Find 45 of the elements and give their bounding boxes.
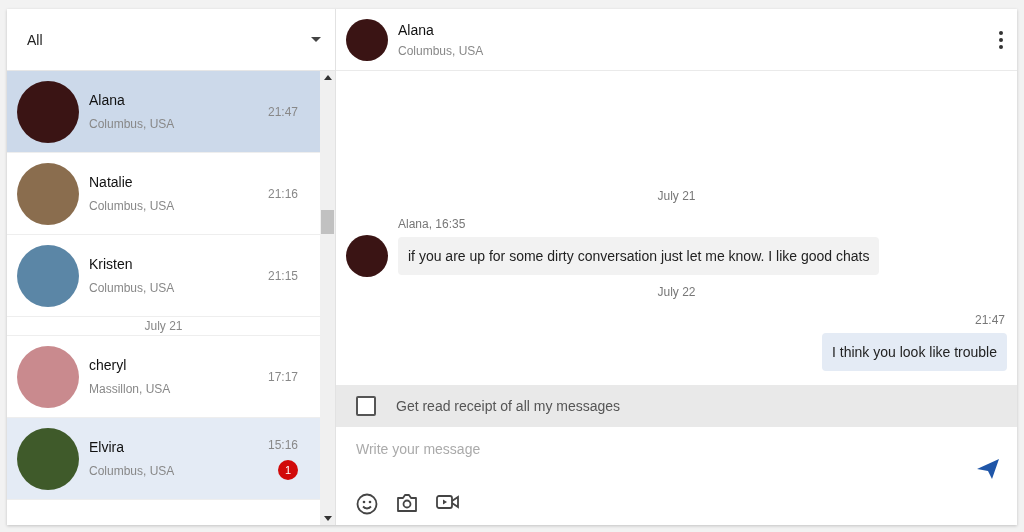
contact-location: Columbus, USA bbox=[89, 117, 176, 131]
message-time: 21:47 bbox=[267, 104, 298, 119]
message-time: 21:47 bbox=[974, 313, 1005, 327]
message-bubble: I think you look like trouble bbox=[822, 333, 1007, 371]
contact-name: Natalie bbox=[89, 174, 134, 190]
contact-location: Columbus, USA bbox=[398, 43, 485, 58]
more-options-icon[interactable] bbox=[999, 30, 1003, 49]
conversation-item[interactable]: cheryl Massillon, USA 17:17 bbox=[7, 336, 320, 418]
scrollbar-thumb[interactable] bbox=[321, 210, 334, 234]
conversation-item[interactable]: Kristen Columbus, USA 21:15 bbox=[7, 235, 320, 317]
message-time: 17:17 bbox=[267, 369, 298, 384]
date-separator: July 21 bbox=[144, 319, 183, 333]
contact-location: Columbus, USA bbox=[89, 464, 176, 478]
avatar-photo-placeholder bbox=[346, 18, 388, 61]
emoji-icon[interactable] bbox=[356, 493, 378, 515]
message-bubble: if you are up for some dirty conversation just let me know. I like good chats bbox=[398, 237, 880, 275]
message-meta: Alana, 16:35 bbox=[398, 217, 466, 231]
unread-count-badge: 1 bbox=[278, 459, 298, 480]
avatar-photo-placeholder bbox=[346, 235, 388, 277]
checkbox[interactable] bbox=[356, 396, 376, 416]
camera-icon[interactable] bbox=[396, 493, 418, 513]
dropdown-caret-icon bbox=[311, 37, 321, 42]
send-icon[interactable] bbox=[977, 459, 999, 479]
contact-location: Columbus, USA bbox=[89, 199, 176, 213]
message-input[interactable]: Write your message bbox=[356, 441, 856, 457]
contact-name: Kristen bbox=[89, 256, 134, 272]
contact-name: Alana bbox=[89, 92, 126, 108]
conversation-item[interactable]: Alana Columbus, USA 21:47 bbox=[7, 71, 320, 153]
conversation-item[interactable]: Natalie Columbus, USA 21:16 bbox=[7, 153, 320, 235]
date-separator: July 22 bbox=[657, 285, 696, 299]
contact-name: Elvira bbox=[89, 439, 125, 455]
conversation-item[interactable]: Elvira Columbus, USA 15:16 1 bbox=[7, 418, 320, 500]
date-separator: July 21 bbox=[657, 189, 696, 203]
scrollbar[interactable] bbox=[320, 71, 335, 525]
scroll-up-icon[interactable] bbox=[323, 75, 332, 80]
contact-name: Alana bbox=[398, 21, 435, 38]
contact-location: Columbus, USA bbox=[89, 281, 176, 295]
contact-name: cheryl bbox=[89, 357, 128, 373]
video-camera-icon[interactable] bbox=[436, 493, 460, 511]
message-time: 15:16 bbox=[267, 437, 298, 452]
checkbox-label: Get read receipt of all my messages bbox=[396, 398, 621, 414]
contact-location: Massillon, USA bbox=[89, 382, 172, 396]
message-time: 21:16 bbox=[267, 186, 298, 201]
message-time: 21:15 bbox=[267, 268, 298, 283]
scroll-down-icon[interactable] bbox=[323, 516, 332, 521]
